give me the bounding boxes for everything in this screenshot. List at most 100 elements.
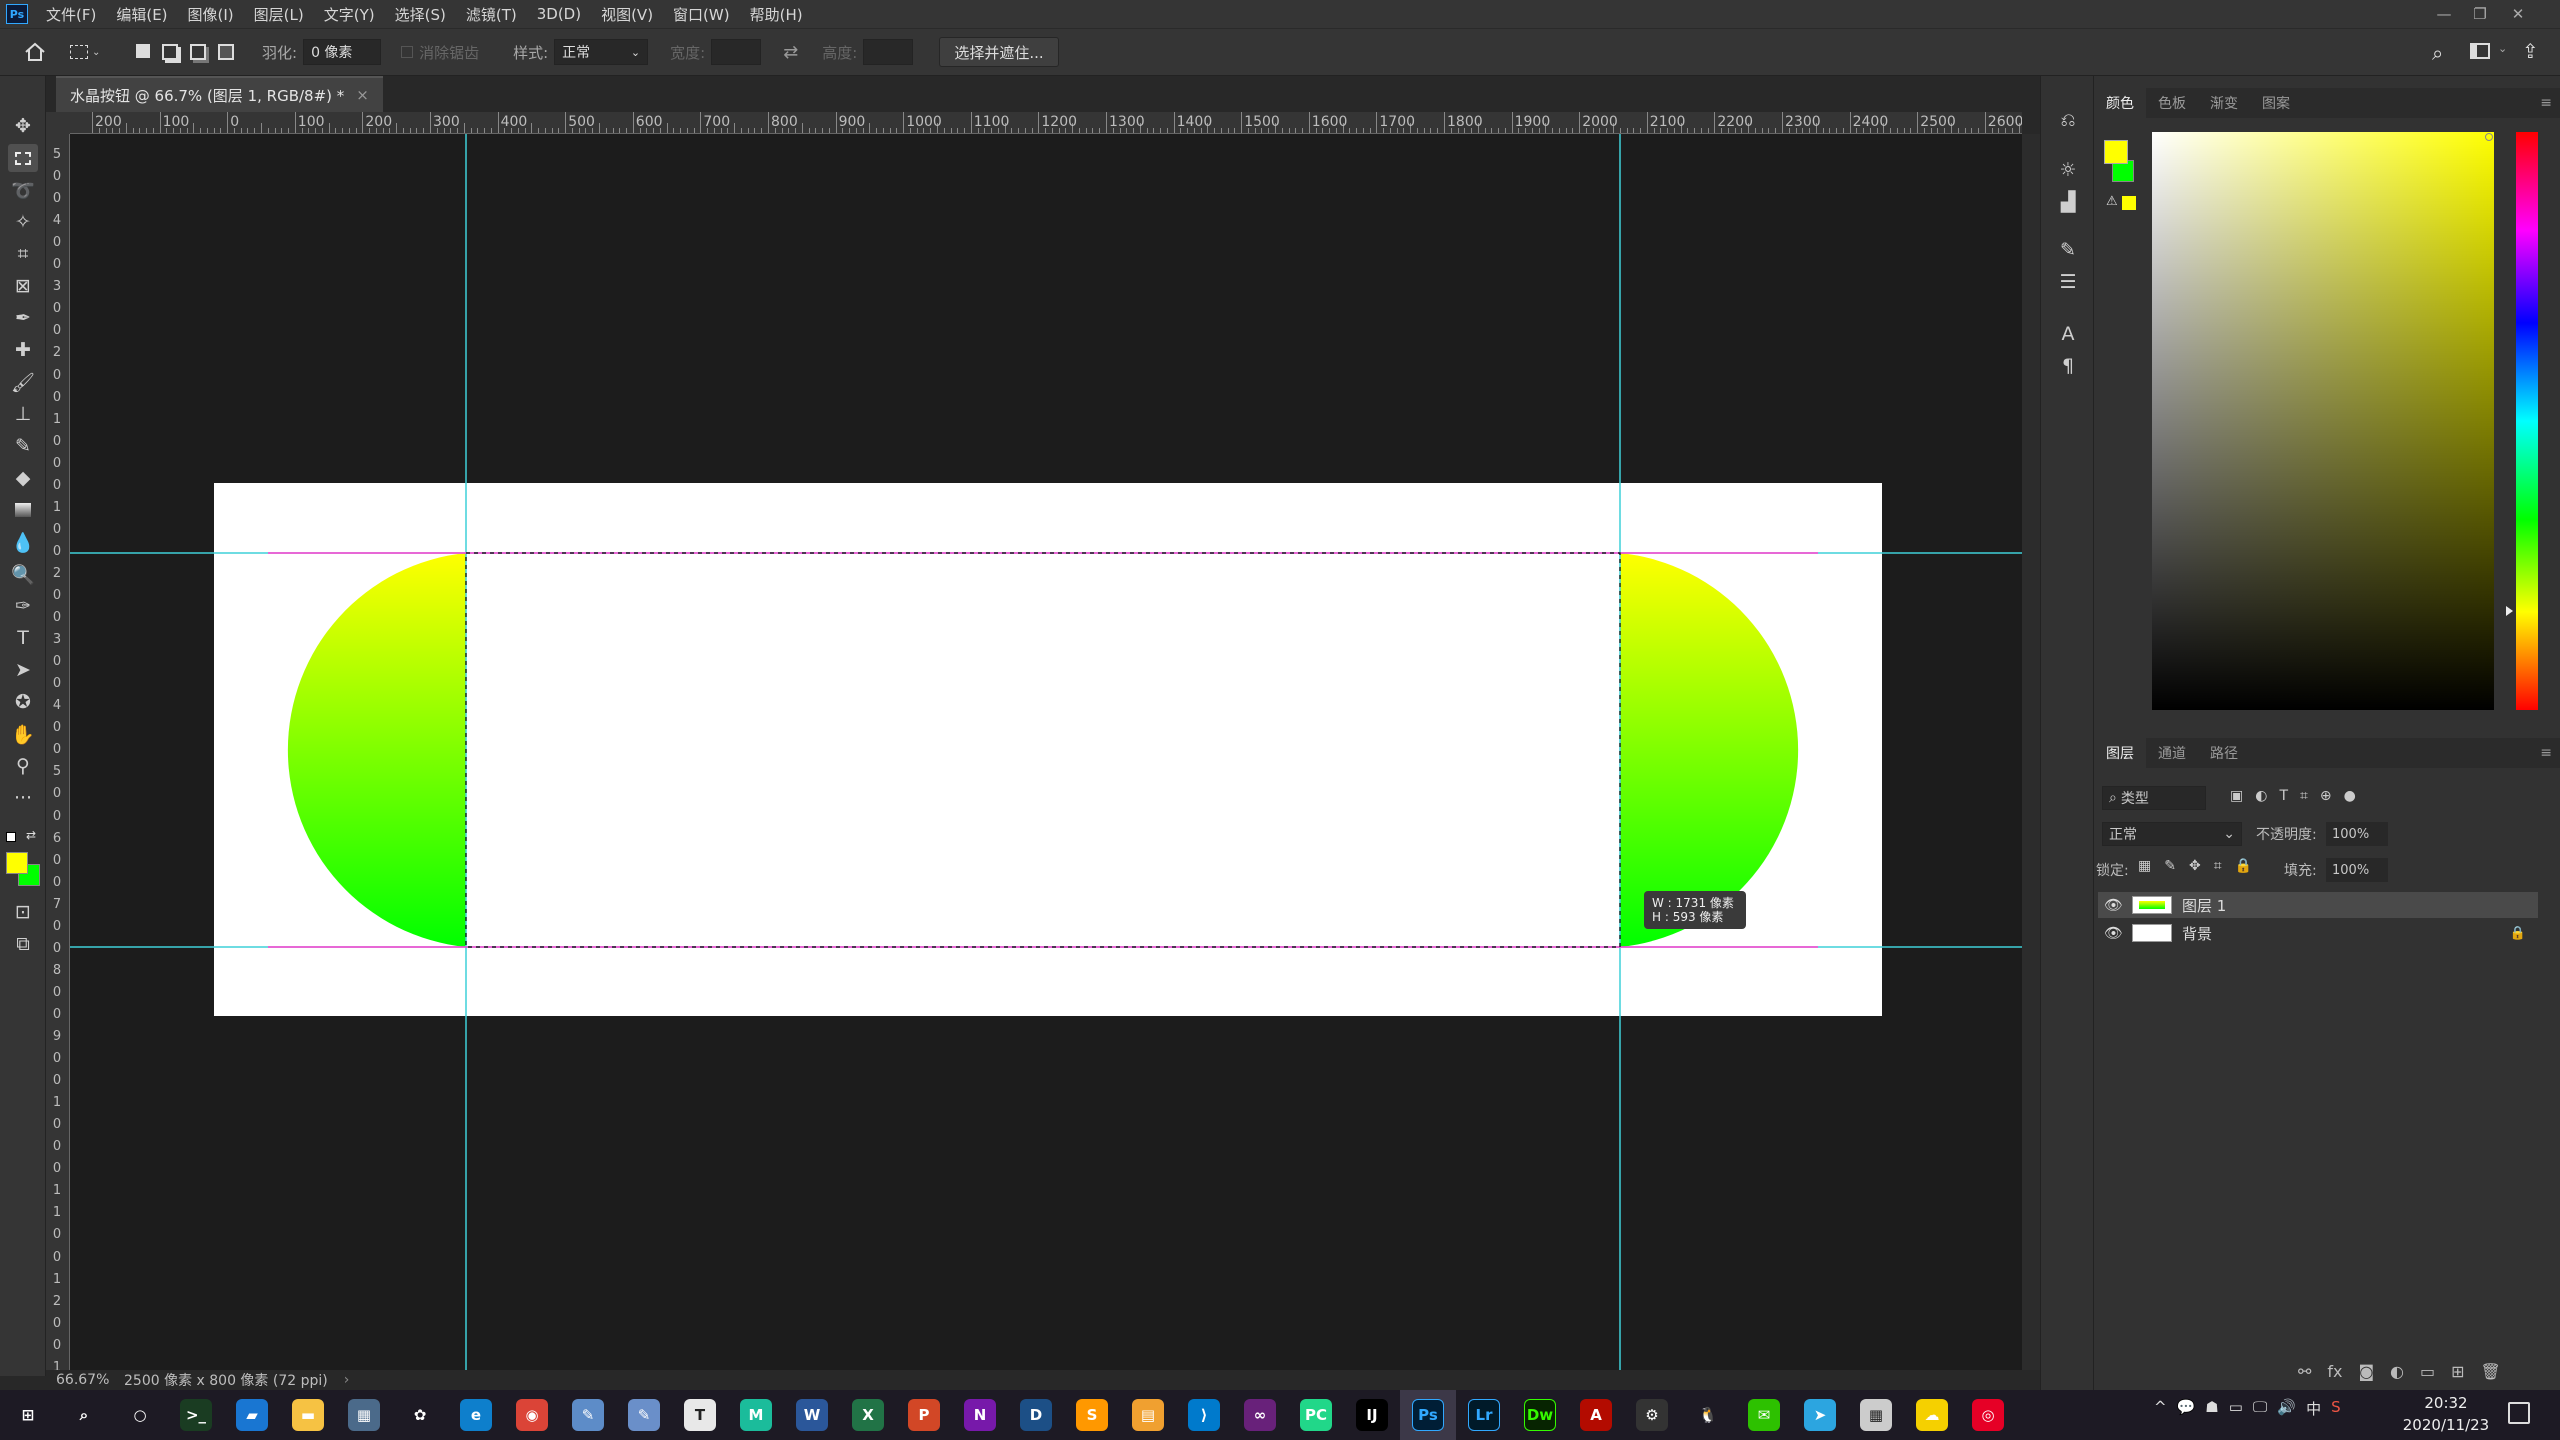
history-brush-tool-icon[interactable]: ✎ [8, 432, 38, 460]
wechat-tray-icon[interactable]: 💬 [2177, 1398, 2196, 1419]
volume-icon[interactable]: 🔊 [2277, 1398, 2296, 1419]
taskbar-app[interactable]: ✿ [392, 1390, 448, 1440]
web-color-swatch[interactable] [2122, 196, 2136, 210]
lock-position-icon[interactable]: ✥ [2189, 858, 2201, 874]
add-mask-icon[interactable]: ◙ [2359, 1362, 2375, 1381]
tab-gradients[interactable]: 渐变 [2198, 88, 2250, 118]
clock[interactable]: 20:32 2020/11/23 [2396, 1392, 2496, 1436]
chevron-up-icon[interactable]: ^ [2154, 1398, 2167, 1419]
filter-shape-icon[interactable]: ⌗ [2300, 788, 2308, 804]
notification-icon[interactable] [2508, 1402, 2530, 1424]
lasso-tool-icon[interactable]: ➰ [8, 176, 38, 204]
eye-icon[interactable]: 👁 [2104, 896, 2123, 914]
filter-smartobject-icon[interactable]: ⊕ [2320, 788, 2332, 804]
workspace-icon[interactable] [2470, 43, 2490, 59]
taskbar-app[interactable]: M [728, 1390, 784, 1440]
panel-menu-icon[interactable]: ≡ [2540, 745, 2552, 761]
menu-edit[interactable]: 编辑(E) [106, 4, 177, 25]
select-and-mask-button[interactable]: 选择并遮住... [939, 37, 1059, 67]
network-icon[interactable]: 🖵 [2253, 1398, 2267, 1419]
taskbar-app[interactable]: ✉ [1736, 1390, 1792, 1440]
blur-tool-icon[interactable]: 💧 [8, 528, 38, 556]
zoom-tool-icon[interactable]: ⚲ [8, 752, 38, 780]
taskbar-app[interactable]: ▬ [280, 1390, 336, 1440]
type-tool-icon[interactable]: T [8, 624, 38, 652]
intersect-selection-icon[interactable] [218, 44, 234, 60]
taskbar-app[interactable]: S [1064, 1390, 1120, 1440]
filter-toggle-icon[interactable]: ● [2344, 788, 2356, 804]
taskbar-app[interactable]: ▦ [1848, 1390, 1904, 1440]
sogou-icon[interactable]: S [2331, 1398, 2341, 1419]
pen-tool-icon[interactable]: ✑ [8, 592, 38, 620]
taskbar-app[interactable]: D [1008, 1390, 1064, 1440]
brush-tool-icon[interactable]: 🖌 [8, 368, 38, 396]
color-picker-field[interactable] [2152, 132, 2494, 710]
gradient-tool-icon[interactable] [8, 496, 38, 524]
taskbar-app[interactable]: T [672, 1390, 728, 1440]
screen-mode-icon[interactable]: ⧉ [8, 930, 38, 958]
taskbar-app[interactable]: Ps [1400, 1390, 1456, 1440]
taskbar-app[interactable]: ⚙ [1624, 1390, 1680, 1440]
color-picker-cursor[interactable] [2485, 133, 2493, 141]
new-group-icon[interactable]: ▭ [2420, 1362, 2435, 1381]
taskbar-app[interactable]: ◉ [504, 1390, 560, 1440]
taskbar-app[interactable]: ▤ [1120, 1390, 1176, 1440]
gamut-warning-icon[interactable]: ⚠ [2106, 194, 2118, 209]
taskbar-app[interactable]: ➤ [1792, 1390, 1848, 1440]
height-input[interactable] [863, 39, 914, 65]
healing-brush-tool-icon[interactable]: ✚ [8, 336, 38, 364]
menu-layer[interactable]: 图层(L) [244, 4, 314, 25]
panel-menu-icon[interactable]: ≡ [2540, 95, 2552, 111]
eraser-tool-icon[interactable]: ◆ [8, 464, 38, 492]
new-layer-icon[interactable]: ⊞ [2451, 1362, 2464, 1381]
layer-row[interactable]: 👁 图层 1 [2098, 892, 2538, 918]
taskbar-app[interactable]: PC [1288, 1390, 1344, 1440]
menu-file[interactable]: 文件(F) [36, 4, 106, 25]
move-tool-icon[interactable]: ✥ [8, 112, 38, 140]
vertical-scrollbar[interactable] [2022, 134, 2040, 1370]
sun-icon[interactable]: ☼ [2053, 156, 2083, 184]
taskbar-app[interactable]: IJ [1344, 1390, 1400, 1440]
paragraph-icon[interactable]: ¶ [2053, 352, 2083, 380]
taskbar-app[interactable]: N [952, 1390, 1008, 1440]
taskbar-app[interactable]: ✎ [616, 1390, 672, 1440]
layer-row[interactable]: 👁 背景 🔒 [2098, 920, 2538, 946]
document-tab[interactable]: 水晶按钮 @ 66.7% (图层 1, RGB/8#) * × [56, 76, 383, 112]
canvas-area[interactable]: W : 1731 像素 H : 593 像素 [70, 134, 2022, 1370]
status-menu-icon[interactable]: › [344, 1372, 350, 1388]
ruler-left[interactable]: 5 0 0 4 0 0 3 0 0 2 0 0 1 0 0 0 1 0 0 2 0 0 3 0 0 4 0 0 5 0 0 6 0 0 7 0 0 8 0 0… [46, 134, 70, 1370]
taskbar-app[interactable]: Lr [1456, 1390, 1512, 1440]
character-icon[interactable]: A [2053, 320, 2083, 348]
frame-tool-icon[interactable]: ⊠ [8, 272, 38, 300]
more-tools-icon[interactable]: ··· [8, 784, 38, 812]
custom-shape-tool-icon[interactable]: ✪ [8, 688, 38, 716]
brush-settings-icon[interactable]: ✎ [2053, 236, 2083, 264]
foreground-color-swatch[interactable] [6, 852, 28, 874]
tab-channels[interactable]: 通道 [2146, 738, 2198, 768]
tab-swatches[interactable]: 色板 [2146, 88, 2198, 118]
zoom-level[interactable]: 66.67% [46, 1372, 112, 1388]
taskbar-app[interactable]: ⟩ [1176, 1390, 1232, 1440]
taskbar-app[interactable]: W [784, 1390, 840, 1440]
taskbar-app[interactable]: ◎ [1960, 1390, 2016, 1440]
taskbar-app[interactable]: 🐧 [1680, 1390, 1736, 1440]
filter-adjustment-icon[interactable]: ◐ [2255, 788, 2267, 804]
layer-filter-select[interactable]: ⌕ 类型 [2102, 786, 2206, 810]
adjustment-layer-icon[interactable]: ◐ [2390, 1362, 2404, 1381]
ruler-top[interactable]: 200 100 0 100 200 300 400 500 600 700 800 900 1000 11… [70, 112, 2022, 134]
history-icon[interactable]: ⎌ [2053, 106, 2083, 134]
opacity-input[interactable]: 100% [2326, 822, 2388, 846]
filter-image-icon[interactable]: ▣ [2230, 788, 2243, 804]
ruler-corner[interactable] [46, 112, 70, 134]
taskbar-app[interactable]: ∞ [1232, 1390, 1288, 1440]
style-select[interactable]: 正常 ⌄ [554, 39, 649, 65]
add-selection-icon[interactable] [162, 44, 178, 60]
delete-layer-icon[interactable]: 🗑 [2481, 1362, 2501, 1381]
home-icon[interactable] [0, 42, 70, 62]
taskbar-app[interactable]: ▦ [336, 1390, 392, 1440]
panel-fg-swatch[interactable] [2104, 140, 2128, 164]
eyedropper-tool-icon[interactable]: ✒ [8, 304, 38, 332]
taskbar-app[interactable]: P [896, 1390, 952, 1440]
quick-mask-icon[interactable]: ⊡ [8, 898, 38, 926]
tab-patterns[interactable]: 图案 [2250, 88, 2302, 118]
